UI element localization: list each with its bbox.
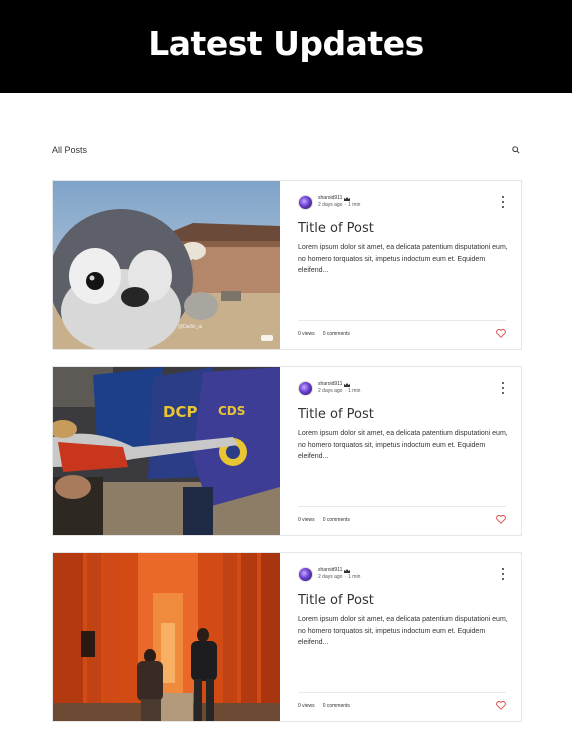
post-date: 2 days ago [318,388,343,394]
page-header: Latest Updates [0,0,572,93]
blog-post-card[interactable]: DCP CDS sharoid911 2 days ago · 1 min Ti… [52,366,522,536]
read-time: 1 min [348,574,361,580]
post-meta: sharoid911 2 days ago · 1 min [298,193,508,211]
all-posts-link[interactable]: All Posts [52,145,87,155]
page-title: Latest Updates [148,24,424,63]
comment-count[interactable]: 0 comments [323,331,350,337]
post-content: sharoid911 2 days ago · 1 min Title of Pos… [280,367,524,535]
more-vertical-icon[interactable] [500,382,506,394]
post-cover-image[interactable]: DCP CDS [53,367,280,535]
post-date: 2 days ago [318,574,343,580]
post-footer: 0 views 0 comments [298,320,506,338]
search-icon[interactable] [510,144,522,156]
read-time: 1 min [348,388,361,394]
crown-icon [344,382,351,387]
post-footer: 0 views 0 comments [298,692,506,710]
post-title[interactable]: Title of Post [298,407,508,422]
crown-icon [344,568,351,573]
author-name[interactable]: sharoid911 [318,381,342,388]
author-avatar[interactable] [298,566,313,582]
post-title[interactable]: Title of Post [298,593,508,608]
post-content: sharoid911 2 days ago · 1 min Title of Pos… [280,181,524,349]
post-date: 2 days ago [318,202,343,208]
author-name[interactable]: sharoid911 [318,195,342,202]
crown-icon [344,196,351,201]
heart-icon[interactable] [496,701,506,710]
post-title[interactable]: Title of Post [298,221,508,236]
post-footer: 0 views 0 comments [298,506,506,524]
view-count: 0 views [298,330,315,337]
more-vertical-icon[interactable] [500,196,506,208]
comment-count[interactable]: 0 comments [323,703,350,709]
post-excerpt: Lorem ipsum dolor sit amet, ea delicata … [298,616,508,646]
blog-filter-bar: All Posts [52,140,522,160]
author-avatar[interactable] [298,194,313,210]
post-meta: sharoid911 2 days ago · 1 min [298,379,508,397]
shield-text: CDS [218,404,245,418]
view-count: 0 views [298,516,315,523]
image-watermark: @Dallin_ai [178,324,202,330]
shield-text: DCP [163,403,197,421]
post-excerpt: Lorem ipsum dolor sit amet, ea delicata … [298,430,508,460]
post-meta: sharoid911 2 days ago · 1 min [298,565,508,583]
view-count: 0 views [298,702,315,709]
author-name[interactable]: sharoid911 [318,567,342,574]
post-excerpt: Lorem ipsum dolor sit amet, ea delicata … [298,244,508,274]
read-time: 1 min [348,202,361,208]
post-content: sharoid911 2 days ago · 1 min Title of Pos… [280,553,524,721]
post-cover-image[interactable] [53,553,280,721]
post-cover-image[interactable]: @Dallin_ai [53,181,280,349]
heart-icon[interactable] [496,515,506,524]
more-vertical-icon[interactable] [500,568,506,580]
heart-icon[interactable] [496,329,506,338]
author-avatar[interactable] [298,380,313,396]
comment-count[interactable]: 0 comments [323,517,350,523]
blog-post-card[interactable]: sharoid911 2 days ago · 1 min Title of Pos… [52,552,522,722]
blog-post-card[interactable]: @Dallin_ai sharoid911 2 days ago · 1 min T… [52,180,522,350]
